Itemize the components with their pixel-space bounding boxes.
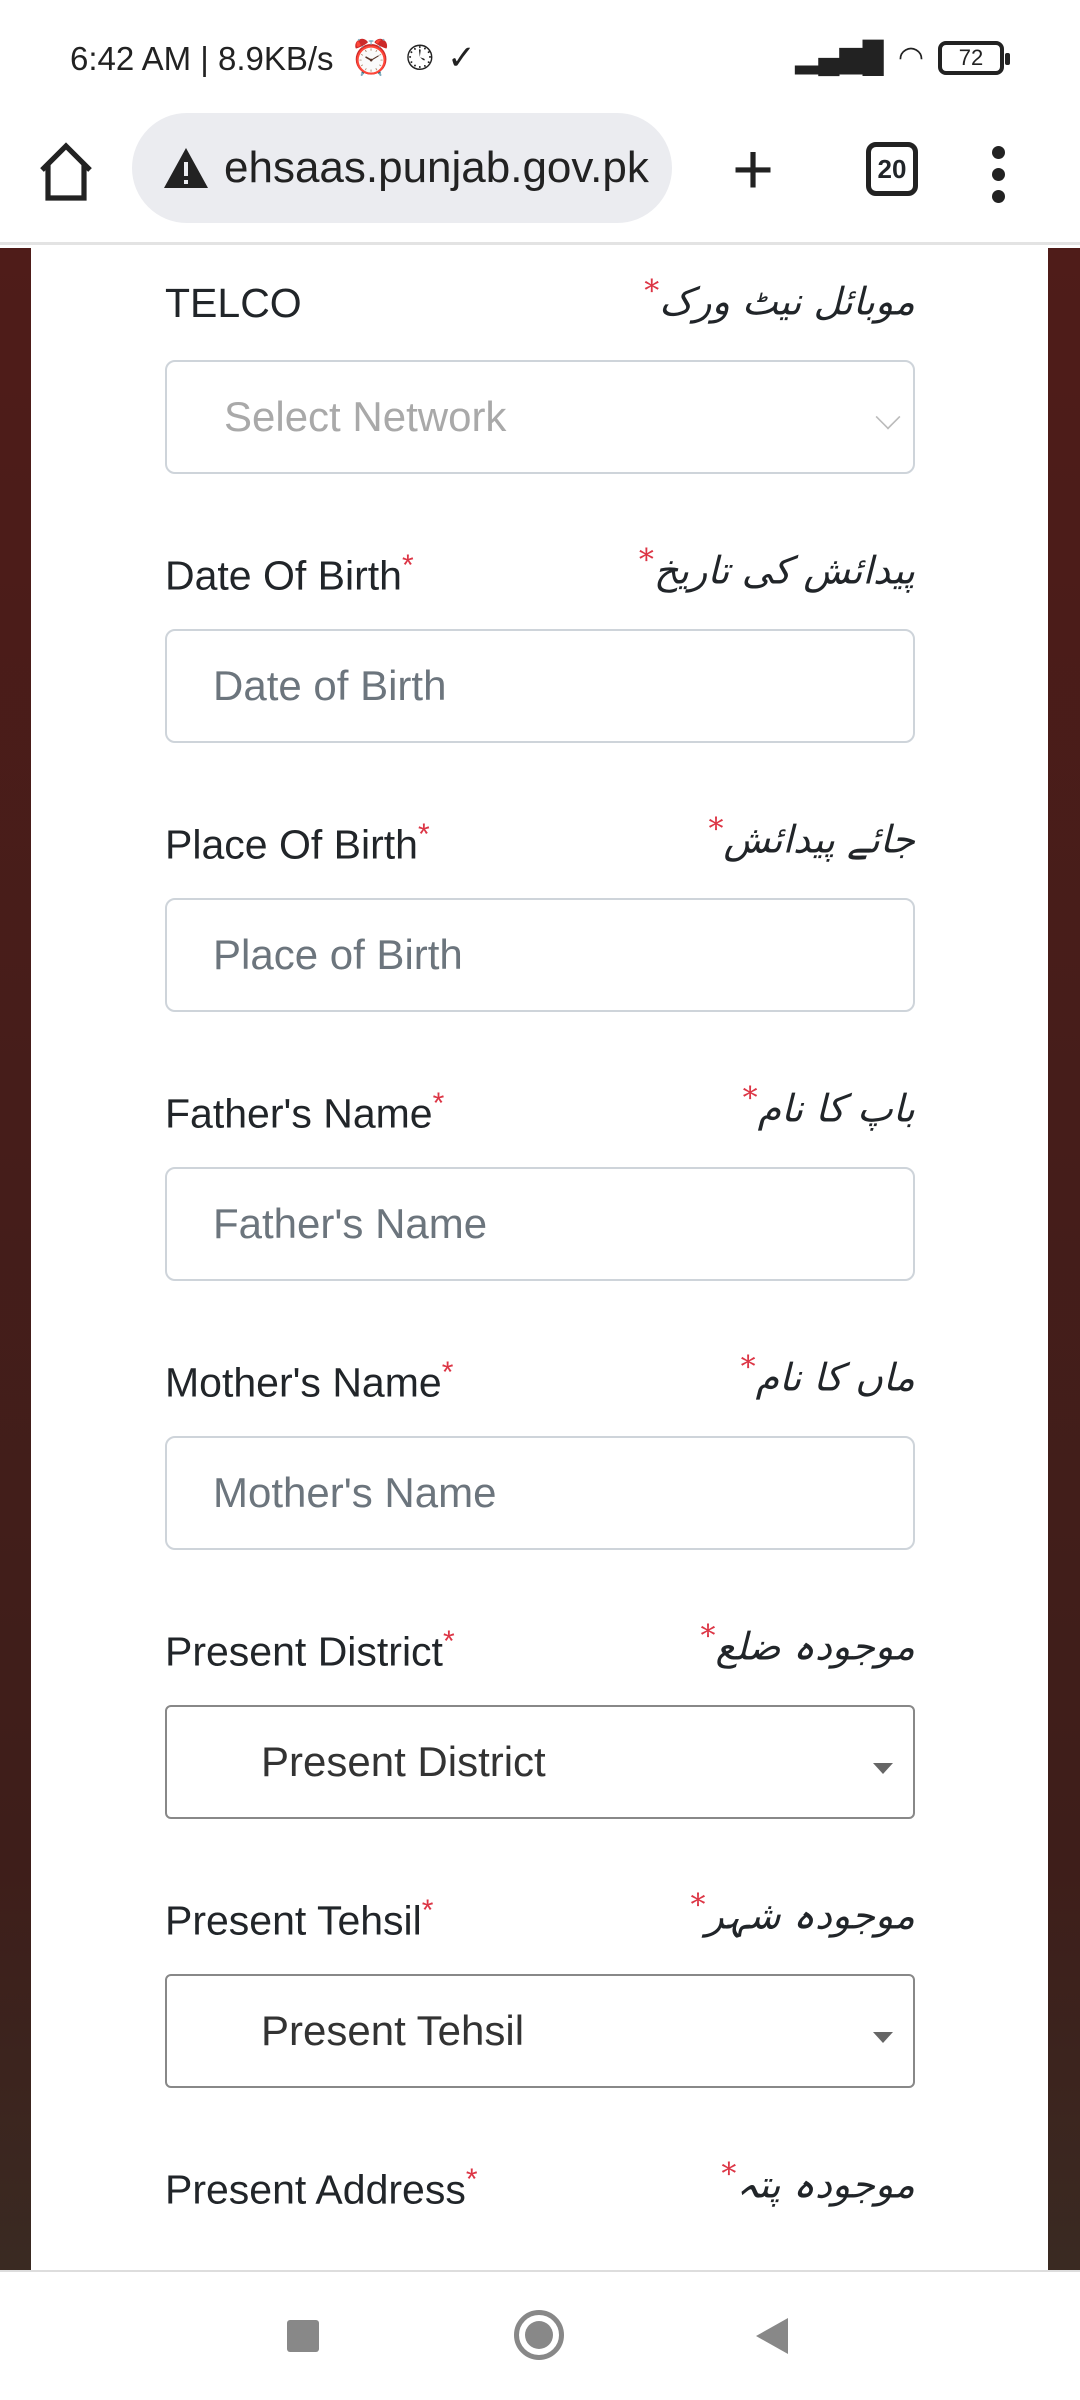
urdu-label: موجودہ پتہ* [721, 2157, 915, 2207]
urdu-text: پیدائش کی تاریخ [653, 548, 915, 593]
urdu-text: موبائل نیٹ ورک [659, 279, 915, 324]
required-mark: * [441, 1356, 454, 1389]
placeholder: Place of Birth [213, 931, 463, 978]
placeholder: Select Network [224, 393, 507, 440]
caret-down-icon [873, 1763, 893, 1774]
status-bar: 6:42 AM | 8.9KB/s ⏰🕓︎✓ ▂▄▆█ ◠ 72 [0, 0, 1080, 110]
urdu-text: موجودہ ضلع [715, 1624, 915, 1669]
required-mark: * [465, 2163, 478, 2196]
field-label: Present Address* [165, 2163, 478, 2214]
new-tab-button[interactable]: + [732, 134, 774, 206]
browser-toolbar: ehsaas.punjab.gov.pk + 20 [0, 110, 1080, 245]
placeholder: Mother's Name [213, 1469, 497, 1516]
required-mark: * [417, 818, 430, 851]
required-mark: * [421, 1894, 434, 1927]
warning-icon[interactable] [162, 146, 210, 190]
recents-button[interactable] [287, 2320, 319, 2352]
label-text: TELCO [165, 280, 302, 326]
field-label: Place Of Birth* [165, 818, 430, 869]
required-mark: * [638, 543, 654, 578]
required-mark: * [401, 549, 414, 582]
required-mark: * [690, 1888, 706, 1923]
field-label: Present District* [165, 1625, 455, 1676]
urdu-label: جائے پیدائش* [708, 812, 915, 862]
placeholder: Father's Name [213, 1200, 488, 1247]
urdu-label: موجودہ شہر* [691, 1888, 915, 1938]
home-icon[interactable] [36, 140, 96, 204]
required-mark: * [442, 1625, 455, 1658]
urdu-text: موجودہ شہر [705, 1893, 915, 1938]
required-mark: * [742, 1081, 758, 1116]
required-mark: * [740, 1350, 756, 1385]
urdu-text: جائے پیدائش [723, 817, 915, 862]
back-button[interactable] [756, 2318, 788, 2354]
urdu-label: موجودہ ضلع* [701, 1619, 915, 1669]
field-label: TELCO [165, 280, 302, 327]
text-input[interactable]: Father's Name [165, 1167, 915, 1281]
required-mark: * [708, 812, 724, 847]
urdu-text: باپ کا نام [757, 1086, 915, 1131]
required-mark: * [721, 2157, 737, 2192]
placeholder: Present District [261, 1738, 546, 1785]
home-button[interactable] [514, 2310, 564, 2360]
urdu-label: موبائل نیٹ ورک* [644, 274, 915, 324]
caret-down-icon [873, 2032, 893, 2043]
placeholder: Date of Birth [213, 662, 447, 709]
status-time: 6:42 AM | 8.9KB/s [70, 40, 334, 77]
text-input[interactable]: Place of Birth [165, 898, 915, 1012]
required-mark: * [432, 1087, 445, 1120]
network-select[interactable]: Select Network [165, 360, 915, 474]
dropdown-select[interactable]: Present District [165, 1705, 915, 1819]
label-text: Father's Name [165, 1090, 433, 1137]
url-text[interactable]: ehsaas.punjab.gov.pk [224, 143, 649, 193]
wifi-icon: ◠ [897, 41, 924, 74]
required-mark: * [700, 1619, 716, 1654]
label-text: Mother's Name [165, 1359, 442, 1406]
address-bar[interactable]: ehsaas.punjab.gov.pk [132, 113, 672, 223]
urdu-label: ماں کا نام* [741, 1350, 915, 1400]
alarm-icon: ⏰ [350, 39, 407, 77]
text-input[interactable]: Mother's Name [165, 1436, 915, 1550]
dropdown-select[interactable]: Present Tehsil [165, 1974, 915, 2088]
field-label: Mother's Name* [165, 1356, 453, 1407]
navigation-bar [0, 2270, 1080, 2400]
notification-icons: ⏰🕓︎✓ [350, 38, 490, 78]
field-label: Date Of Birth* [165, 549, 414, 600]
field-label: Father's Name* [165, 1087, 444, 1138]
label-text: Present Tehsil [165, 1897, 422, 1944]
signal-icon: ▂▄▆█ [795, 41, 884, 74]
urdu-text: ماں کا نام [755, 1355, 915, 1400]
field-label: Present Tehsil* [165, 1894, 433, 1945]
label-text: Present Address [165, 2166, 466, 2213]
clock-icon: 🕓︎ [406, 39, 448, 77]
label-text: Present District [165, 1628, 443, 1675]
download-done-icon: ✓ [447, 39, 490, 77]
urdu-label: باپ کا نام* [743, 1081, 915, 1131]
placeholder: Present Tehsil [261, 2007, 525, 2054]
required-mark: * [644, 274, 660, 309]
text-input[interactable]: Date of Birth [165, 629, 915, 743]
urdu-text: موجودہ پتہ [736, 2162, 915, 2207]
urdu-label: پیدائش کی تاریخ* [639, 543, 915, 593]
label-text: Place Of Birth [165, 821, 418, 868]
chevron-down-icon [875, 404, 901, 430]
tabs-button[interactable]: 20 [866, 142, 918, 196]
battery-icon: 72 [938, 40, 1010, 75]
menu-icon[interactable] [992, 146, 1008, 212]
label-text: Date Of Birth [165, 552, 402, 599]
